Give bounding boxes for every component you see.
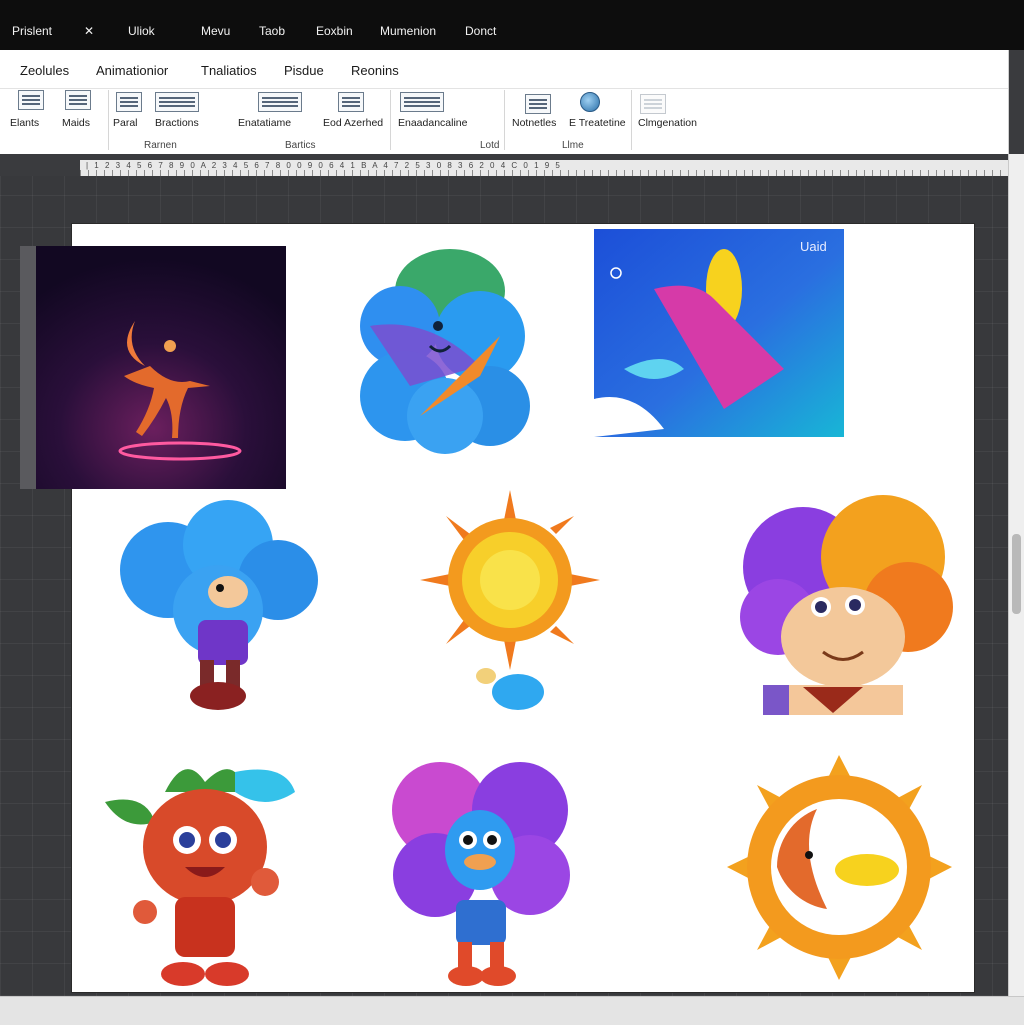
ruler-marks: | 1 2 3 4 5 6 7 8 9 0 A 2 3 4 5 6 7 8 0 … <box>86 161 562 170</box>
scrollbar-thumb[interactable] <box>1012 534 1021 614</box>
image-sun-character[interactable] <box>420 490 600 715</box>
enatatiame-button[interactable]: Enatatiame <box>238 117 291 129</box>
image-flower-lion[interactable] <box>733 487 953 717</box>
ribbon: Zeolules Animationior Tnaliatios Pisdue … <box>0 50 1009 154</box>
group-label-llme: Llme <box>562 140 584 151</box>
menu-item-prislent[interactable]: Prislent <box>12 24 52 38</box>
paral-button[interactable]: Paral <box>113 117 138 129</box>
bractions-button[interactable]: Bractions <box>155 117 199 129</box>
group-label-lotd: Lotd <box>480 140 500 151</box>
image-cloud-kid[interactable] <box>118 500 318 718</box>
maids-button[interactable]: Maids <box>62 117 90 129</box>
tab-animationior[interactable]: Animationior <box>96 63 168 78</box>
notnetles-button[interactable]: Notnetles <box>512 117 556 129</box>
clmgenation-toolbar-icon[interactable] <box>640 94 666 114</box>
enaadancaline-toolbar-icon[interactable] <box>400 92 444 112</box>
image-gradient-banner[interactable]: Uaid <box>594 229 844 437</box>
menu-item-taob[interactable]: Taob <box>259 24 285 38</box>
paral-toolbar-icon[interactable] <box>116 92 142 112</box>
close-icon[interactable]: ✕ <box>84 24 94 38</box>
notnetles-toolbar-icon[interactable] <box>525 94 551 114</box>
group-separator <box>108 90 109 150</box>
group-separator <box>631 90 632 150</box>
vertical-scrollbar[interactable] <box>1008 154 1024 996</box>
menu-item-donct[interactable]: Donct <box>465 24 496 38</box>
group-separator <box>390 90 391 150</box>
e-treatetine-button[interactable]: E Treatetine <box>569 117 626 129</box>
image-blue-cloud-bird[interactable] <box>360 246 532 456</box>
eod-azerhed-button[interactable]: Eod Azerhed <box>323 117 383 129</box>
tab-tnaliatios[interactable]: Tnaliatios <box>201 63 257 78</box>
tab-reonins[interactable]: Reonins <box>351 63 399 78</box>
group-label-bartics: Bartics <box>285 140 316 151</box>
enaadancaline-button[interactable]: Enaadancaline <box>398 117 467 129</box>
maids-toolbar-icon[interactable] <box>65 90 91 110</box>
tab-zeolules[interactable]: Zeolules <box>20 63 69 78</box>
status-bar <box>0 996 1024 1025</box>
banner-label: Uaid <box>800 239 827 254</box>
elants-button[interactable]: Elants <box>10 117 39 129</box>
menu-item-eoxbin[interactable]: Eoxbin <box>316 24 353 38</box>
menu-bar: Prislent ✕ Uliok Mevu Taob Eoxbin Mumeni… <box>0 0 1024 50</box>
elants-toolbar-icon[interactable] <box>18 90 44 110</box>
group-label-rarnen: Rarnen <box>144 140 177 151</box>
ribbon-tab-strip: Zeolules Animationior Tnaliatios Pisdue … <box>0 50 1008 89</box>
image-dancer-glow[interactable] <box>20 246 286 489</box>
menu-item-mumenion[interactable]: Mumenion <box>380 24 436 38</box>
image-strawberry-kid[interactable] <box>105 752 305 992</box>
eod-azerhed-toolbar-icon[interactable] <box>338 92 364 112</box>
globe-icon[interactable] <box>580 92 600 112</box>
tab-pisdue[interactable]: Pisdue <box>284 63 324 78</box>
image-sun-ring[interactable] <box>727 755 952 980</box>
horizontal-ruler[interactable]: | 1 2 3 4 5 6 7 8 9 0 A 2 3 4 5 6 7 8 0 … <box>80 160 1008 176</box>
enatatiame-toolbar-icon[interactable] <box>258 92 302 112</box>
image-purple-flower-kid[interactable] <box>390 760 572 990</box>
menu-item-uliok[interactable]: Uliok <box>128 24 155 38</box>
group-separator <box>504 90 505 150</box>
clmgenation-button[interactable]: Clmgenation <box>638 117 697 129</box>
bractions-toolbar-icon[interactable] <box>155 92 199 112</box>
menu-item-mevu[interactable]: Mevu <box>201 24 230 38</box>
